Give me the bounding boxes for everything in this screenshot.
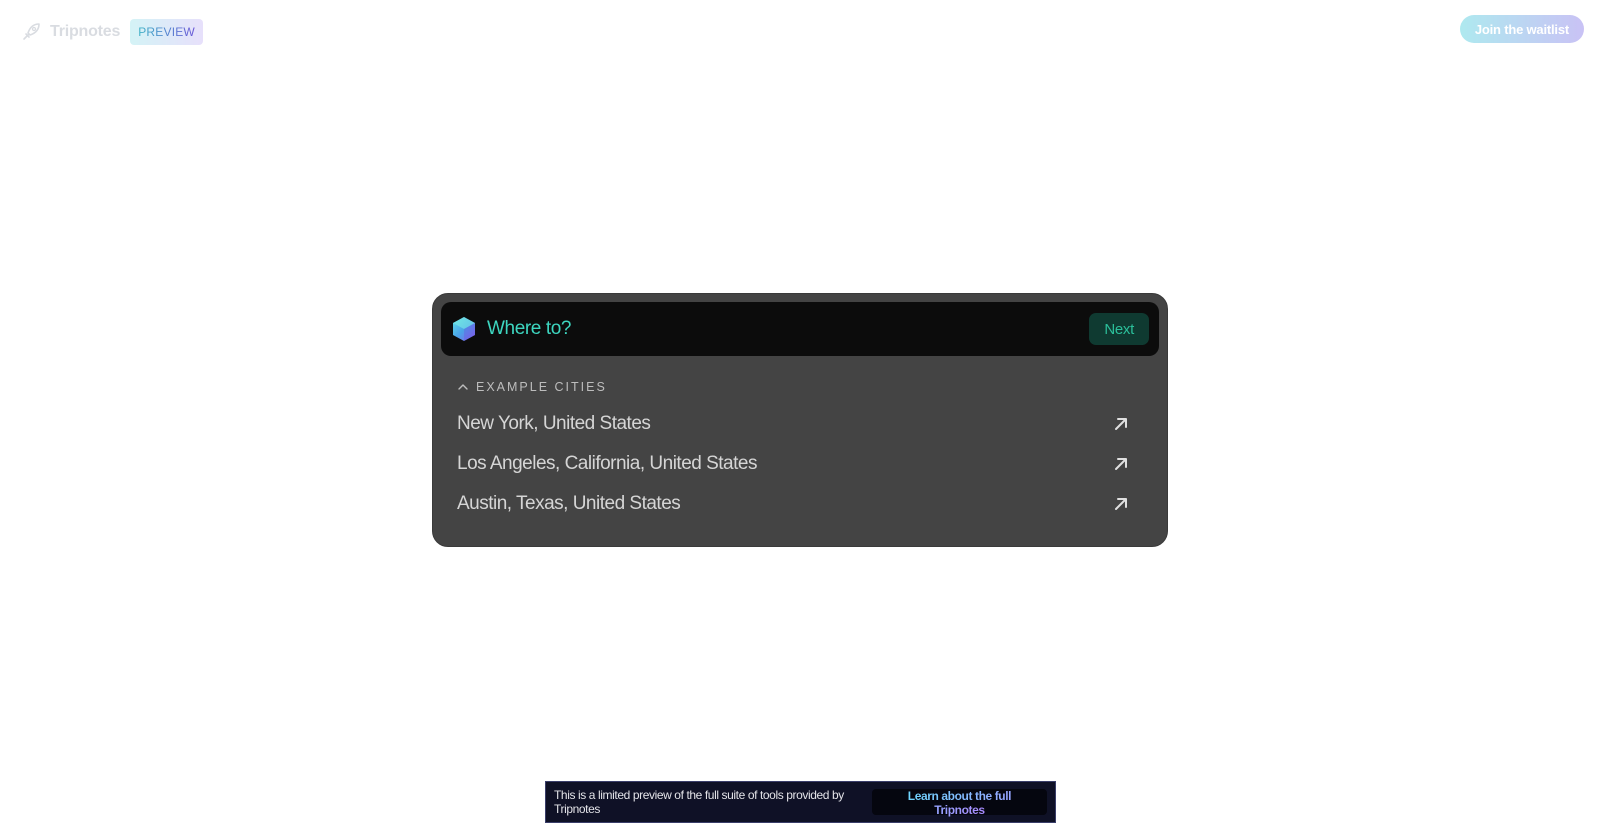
preview-banner: This is a limited preview of the full su… — [545, 781, 1056, 823]
banner-text: This is a limited preview of the full su… — [554, 788, 844, 816]
learn-more-label: Learn about the full Tripnotes — [907, 789, 1012, 817]
arrow-up-right-icon — [1115, 458, 1127, 470]
rocket-icon — [20, 21, 42, 43]
preview-badge: PREVIEW — [130, 19, 203, 45]
city-item-los-angeles[interactable]: Los Angeles, California, United States — [457, 444, 1135, 484]
city-name: Los Angeles, California, United States — [457, 453, 757, 474]
city-item-new-york[interactable]: New York, United States — [457, 404, 1135, 444]
examples-toggle[interactable]: EXAMPLE CITIES — [457, 380, 1159, 394]
search-bar: Next — [441, 302, 1159, 356]
destination-input[interactable] — [485, 317, 1090, 341]
city-item-austin[interactable]: Austin, Texas, United States — [457, 484, 1135, 524]
chevron-up-icon — [458, 384, 468, 390]
brand-name: Tripnotes — [50, 23, 121, 40]
brand[interactable]: Tripnotes PREVIEW — [20, 18, 203, 46]
hexagon-gem-icon — [453, 317, 475, 341]
examples-title: EXAMPLE CITIES — [476, 380, 607, 394]
city-list: New York, United States Los Angeles, Cal… — [441, 404, 1159, 524]
learn-more-button[interactable]: Learn about the full Tripnotes — [871, 789, 1047, 817]
destination-card: Next EXAMPLE CITIES New York, United Sta… — [432, 293, 1168, 547]
join-waitlist-button[interactable]: Join the waitlist — [1459, 15, 1584, 43]
preview-badge-label: PREVIEW — [138, 25, 195, 39]
arrow-up-right-icon — [1115, 498, 1127, 510]
city-name: New York, United States — [457, 413, 651, 434]
page: Tripnotes PREVIEW Join the waitlist Next — [0, 0, 1600, 834]
next-button[interactable]: Next — [1089, 313, 1149, 345]
arrow-up-right-icon — [1115, 418, 1127, 430]
city-name: Austin, Texas, United States — [457, 493, 681, 514]
